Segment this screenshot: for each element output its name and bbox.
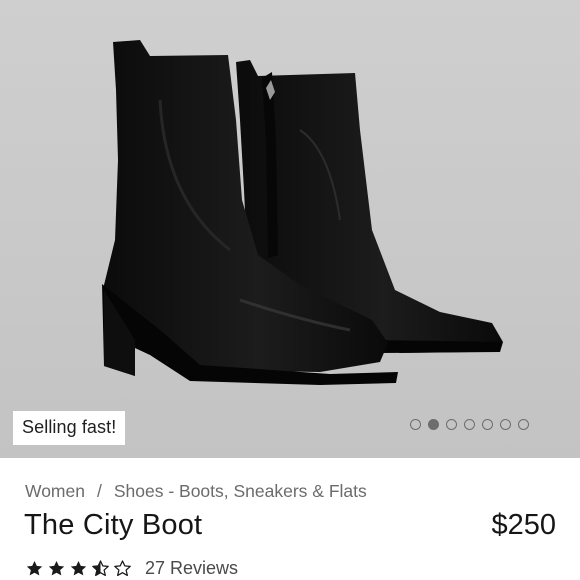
gallery-dot[interactable] [446, 419, 457, 430]
breadcrumb-link-shoes[interactable]: Shoes - Boots, Sneakers & Flats [114, 481, 367, 502]
gallery-dot[interactable] [410, 419, 421, 430]
gallery-dot[interactable] [482, 419, 493, 430]
product-title: The City Boot [24, 509, 203, 541]
gallery-dot-active[interactable] [428, 419, 439, 430]
gallery-dot[interactable] [518, 419, 529, 430]
breadcrumb-link-women[interactable]: Women [25, 481, 85, 502]
product-image[interactable]: Selling fast! [0, 0, 580, 458]
rating-stars [25, 559, 132, 578]
breadcrumb: Women / Shoes - Boots, Sneakers & Flats [25, 481, 367, 502]
gallery-dot[interactable] [500, 419, 511, 430]
star-half-icon [92, 560, 109, 577]
boots-illustration [102, 40, 503, 385]
star-full-icon [26, 560, 43, 576]
gallery-dot[interactable] [464, 419, 475, 430]
product-price: $250 [491, 509, 556, 541]
gallery-pagination [410, 419, 529, 430]
star-full-icon [70, 560, 87, 576]
star-empty-icon [114, 560, 131, 577]
star-full-icon [48, 560, 65, 576]
selling-fast-badge: Selling fast! [13, 411, 126, 445]
reviews-link[interactable]: 27 Reviews [145, 558, 238, 579]
product-rating[interactable]: 27 Reviews [25, 558, 238, 579]
breadcrumb-separator: / [96, 481, 102, 501]
